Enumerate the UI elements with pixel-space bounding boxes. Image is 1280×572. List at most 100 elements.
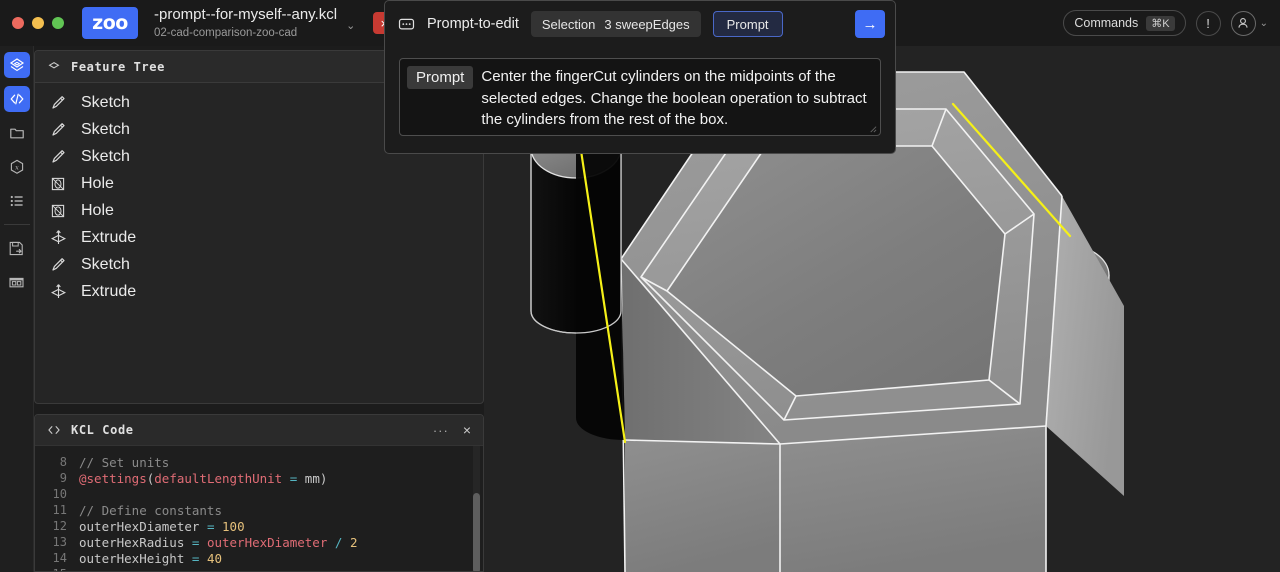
- code-content: outerHexHeight = 40: [79, 551, 222, 566]
- code-content: // Define constants: [79, 503, 222, 518]
- feature-tree-item[interactable]: Extrude: [35, 278, 483, 305]
- list-icon: [9, 193, 25, 209]
- feature-tree-title: Feature Tree: [71, 60, 165, 74]
- line-number: 13: [35, 535, 79, 549]
- export-icon: [8, 240, 25, 257]
- prompt-to-edit-dialog: Prompt-to-edit Selection 3 sweepEdges Pr…: [384, 0, 896, 154]
- line-number: 8: [35, 455, 79, 469]
- feature-tree-item[interactable]: Sketch: [35, 251, 483, 278]
- chevron-down-icon[interactable]: ⌄: [1260, 18, 1268, 29]
- rail-item-code[interactable]: [4, 86, 30, 112]
- rail-item-modeling[interactable]: [4, 52, 30, 78]
- kcl-close-button[interactable]: ×: [463, 422, 471, 438]
- code-line: 13 outerHexRadius = outerHexDiameter / 2: [35, 534, 483, 550]
- rail-divider: [4, 224, 30, 225]
- feature-tree-icon: [47, 60, 61, 74]
- code-content: @settings(defaultLengthUnit = mm): [79, 471, 327, 486]
- feature-tree-item-label: Hole: [81, 175, 114, 193]
- code-line: 12 outerHexDiameter = 100: [35, 518, 483, 534]
- line-number: 14: [35, 551, 79, 565]
- rail-item-export[interactable]: [4, 235, 30, 261]
- code-icon: [47, 423, 61, 437]
- account-menu[interactable]: ⌄: [1231, 11, 1268, 36]
- code-line: 14 outerHexHeight = 40: [35, 550, 483, 566]
- file-name-label: -prompt--for-myself--any.kcl: [154, 6, 337, 25]
- project-name-label: 02-cad-comparison-zoo-cad: [154, 26, 337, 40]
- code-content: // Set units: [79, 455, 169, 470]
- code-content: outerHexDiameter = 100: [79, 519, 245, 534]
- feature-tree-item-label: Sketch: [81, 256, 130, 274]
- kcl-scrollbar-thumb[interactable]: [473, 493, 480, 572]
- svg-text:x: x: [15, 164, 19, 172]
- modeling-icon: [9, 57, 25, 73]
- feature-tree-item-label: Sketch: [81, 121, 130, 139]
- folder-icon: [9, 125, 25, 141]
- variables-icon: x: [9, 159, 25, 175]
- feature-tree-item-label: Sketch: [81, 148, 130, 166]
- code-content: outerHexRadius = outerHexDiameter / 2: [79, 535, 358, 550]
- commands-shortcut: ⌘K: [1146, 16, 1174, 31]
- avatar[interactable]: [1231, 11, 1256, 36]
- code-line: 15: [35, 566, 483, 572]
- prompt-to-edit-toolbar: Prompt-to-edit Selection 3 sweepEdges Pr…: [385, 1, 895, 47]
- prompt-to-edit-title: Prompt-to-edit: [427, 16, 519, 32]
- kcl-code-header: KCL Code ··· ×: [35, 415, 483, 446]
- feature-tree-item[interactable]: Hole: [35, 170, 483, 197]
- line-number: 12: [35, 519, 79, 533]
- resize-grip-icon[interactable]: [868, 124, 877, 133]
- toolbar-right: Commands ⌘K ! ⌄: [1063, 0, 1268, 46]
- window-minimize-button[interactable]: [32, 17, 44, 29]
- file-title-block: -prompt--for-myself--any.kcl 02-cad-comp…: [154, 6, 355, 40]
- feature-tree-item[interactable]: Extrude: [35, 224, 483, 251]
- prompt-input-chip: Prompt: [407, 66, 473, 89]
- code-line: 8 // Set units: [35, 454, 483, 470]
- prompt-input-container[interactable]: Prompt Center the fingerCut cylinders on…: [399, 58, 881, 136]
- zoo-logo: zoo: [82, 7, 138, 39]
- chevron-down-icon[interactable]: ⌄: [346, 15, 355, 32]
- feature-tree-item-label: Sketch: [81, 94, 130, 112]
- hole-icon: [49, 202, 67, 220]
- feature-tree-item[interactable]: Hole: [35, 197, 483, 224]
- hole-icon: [49, 175, 67, 193]
- submit-prompt-button[interactable]: →: [855, 10, 885, 38]
- line-number: 15: [35, 567, 79, 572]
- kcl-code-title: KCL Code: [71, 423, 134, 437]
- sketch-icon: [49, 148, 67, 166]
- selection-chip[interactable]: Selection 3 sweepEdges: [531, 11, 701, 37]
- prompt-mode-button[interactable]: Prompt: [713, 11, 783, 37]
- commands-label: Commands: [1074, 16, 1138, 30]
- sketch-icon: [49, 256, 67, 274]
- window-maximize-button[interactable]: [52, 17, 64, 29]
- app-root: zoo -prompt--for-myself--any.kcl 02-cad-…: [0, 0, 1280, 572]
- rail-item-list[interactable]: [4, 188, 30, 214]
- feature-tree-item-label: Extrude: [81, 229, 136, 247]
- kcl-code-panel: KCL Code ··· × 8 // Set units 9 @setting…: [34, 414, 484, 572]
- code-line: 11 // Define constants: [35, 502, 483, 518]
- feature-tree-item-label: Extrude: [81, 283, 136, 301]
- selection-label: Selection: [542, 17, 595, 32]
- commands-button[interactable]: Commands ⌘K: [1063, 10, 1185, 36]
- line-number: 9: [35, 471, 79, 485]
- selection-value: 3 sweepEdges: [604, 17, 689, 32]
- feature-tree-item-label: Hole: [81, 202, 114, 220]
- kcl-code-body[interactable]: 8 // Set units 9 @settings(defaultLength…: [35, 446, 483, 572]
- window-controls[interactable]: [12, 17, 64, 29]
- rail-item-snapshot[interactable]: [4, 269, 30, 295]
- prompt-input[interactable]: Center the fingerCut cylinders on the mi…: [473, 59, 880, 135]
- user-icon: [1236, 16, 1250, 30]
- code-line: 10: [35, 486, 483, 502]
- line-number: 10: [35, 487, 79, 501]
- rail-item-files[interactable]: [4, 120, 30, 146]
- window-close-button[interactable]: [12, 17, 24, 29]
- chat-bubble-icon: [397, 15, 415, 33]
- code-icon: [9, 91, 25, 107]
- extrude-icon: [49, 283, 67, 301]
- notice-button[interactable]: !: [1196, 11, 1221, 36]
- left-icon-rail: x: [0, 46, 34, 572]
- code-line: 9 @settings(defaultLengthUnit = mm): [35, 470, 483, 486]
- rail-item-variables[interactable]: x: [4, 154, 30, 180]
- sketch-icon: [49, 94, 67, 112]
- kcl-more-button[interactable]: ···: [433, 423, 449, 438]
- extrude-icon: [49, 229, 67, 247]
- line-number: 11: [35, 503, 79, 517]
